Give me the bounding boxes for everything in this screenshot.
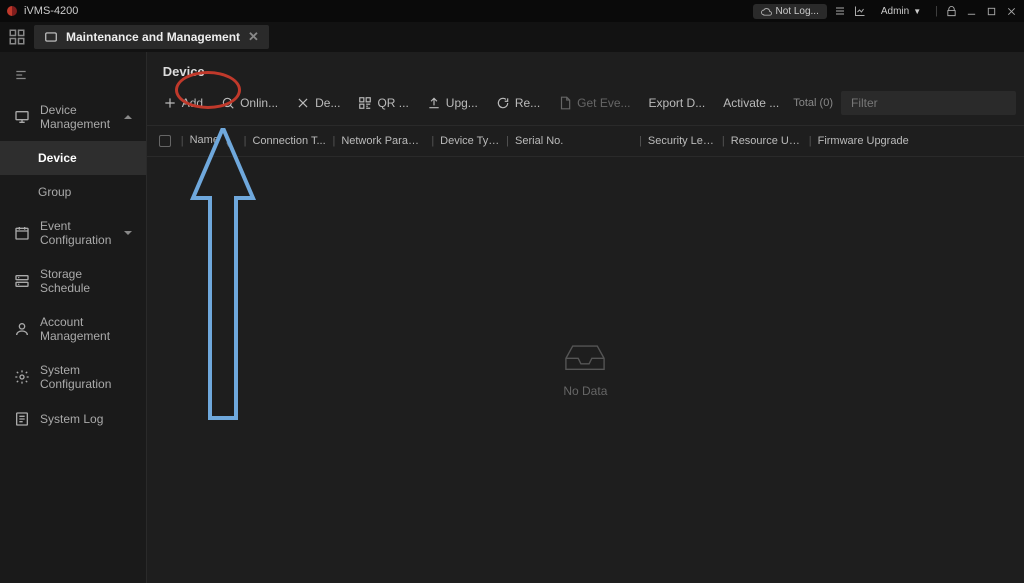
sidebar-item-account-management[interactable]: Account Management xyxy=(0,305,146,353)
gear-icon xyxy=(14,369,30,385)
maximize-icon[interactable] xyxy=(984,4,998,18)
sidebar-item-device-management[interactable]: Device Management xyxy=(0,93,146,141)
minimize-icon[interactable] xyxy=(964,4,978,18)
chart-icon[interactable] xyxy=(853,4,867,18)
plus-icon xyxy=(163,96,177,110)
filter-input[interactable] xyxy=(841,91,1016,115)
calendar-icon xyxy=(14,225,30,241)
refresh-icon xyxy=(496,96,510,110)
sidebar-item-system-log[interactable]: System Log xyxy=(0,401,146,437)
col-name[interactable]: Name ▲▼ xyxy=(184,134,244,148)
close-icon[interactable] xyxy=(1004,4,1018,18)
add-button[interactable]: Add xyxy=(155,92,211,114)
sidebar: Device Management Device Group Event Con… xyxy=(0,52,147,583)
list-icon[interactable] xyxy=(833,4,847,18)
tabbar: Maintenance and Management ✕ xyxy=(0,22,1024,52)
online-device-button[interactable]: Onlin... xyxy=(213,92,286,114)
delete-button[interactable]: De... xyxy=(288,92,348,114)
apps-icon[interactable] xyxy=(8,28,26,46)
col-device-type[interactable]: Device Type xyxy=(434,135,506,147)
sidebar-item-storage-schedule[interactable]: Storage Schedule xyxy=(0,257,146,305)
total-count: Total (0) xyxy=(793,97,833,109)
col-serial[interactable]: Serial No. xyxy=(509,135,639,147)
app-logo-icon xyxy=(6,5,18,17)
chevron-down-icon: ▼ xyxy=(913,7,921,16)
monitor-icon xyxy=(14,109,30,125)
refresh-button[interactable]: Re... xyxy=(488,92,548,114)
sidebar-collapse-icon[interactable] xyxy=(0,62,146,93)
tab-close-icon[interactable]: ✕ xyxy=(248,29,259,45)
col-connection[interactable]: Connection T... xyxy=(246,135,332,147)
col-security[interactable]: Security Level xyxy=(642,135,722,147)
user-icon xyxy=(14,321,30,337)
search-online-icon xyxy=(221,96,235,110)
log-icon xyxy=(14,411,30,427)
sidebar-item-system-configuration[interactable]: System Configuration xyxy=(0,353,146,401)
sort-icon: ▲▼ xyxy=(225,140,232,148)
tab-icon xyxy=(44,30,58,44)
main-panel: Device Add Onlin... De... QR ... Upg... xyxy=(147,52,1024,583)
inbox-icon xyxy=(563,342,607,372)
qr-button[interactable]: QR ... xyxy=(350,92,416,114)
table-header: | Name ▲▼ | Connection T... | Network Pa… xyxy=(147,126,1024,157)
cloud-icon xyxy=(761,6,772,17)
titlebar: iVMS-4200 Not Log... Admin ▼ | xyxy=(0,0,1024,22)
get-events-button[interactable]: Get Eve... xyxy=(550,92,638,114)
lock-icon[interactable] xyxy=(944,4,958,18)
col-resource[interactable]: Resource Us... xyxy=(725,135,809,147)
not-logged-button[interactable]: Not Log... xyxy=(753,4,827,19)
col-firmware[interactable]: Firmware Upgrade xyxy=(812,135,1012,147)
page-title: Device xyxy=(147,52,1024,87)
export-button[interactable]: Export D... xyxy=(641,92,714,114)
user-menu[interactable]: Admin ▼ xyxy=(873,4,929,19)
select-all-checkbox[interactable] xyxy=(159,135,181,147)
document-icon xyxy=(558,96,572,110)
tab-maintenance[interactable]: Maintenance and Management ✕ xyxy=(34,25,269,49)
activate-button[interactable]: Activate ... xyxy=(715,92,787,114)
upgrade-button[interactable]: Upg... xyxy=(419,92,486,114)
toolbar: Add Onlin... De... QR ... Upg... Re... xyxy=(147,87,1024,126)
app-title: iVMS-4200 xyxy=(24,5,78,17)
x-icon xyxy=(296,96,310,110)
empty-state: No Data xyxy=(147,157,1024,583)
col-network[interactable]: Network Param... xyxy=(335,135,431,147)
upload-icon xyxy=(427,96,441,110)
sidebar-sub-group[interactable]: Group xyxy=(0,175,146,209)
storage-icon xyxy=(14,273,30,289)
sidebar-item-event-configuration[interactable]: Event Configuration xyxy=(0,209,146,257)
qr-icon xyxy=(358,96,372,110)
sidebar-sub-device[interactable]: Device xyxy=(0,141,146,175)
